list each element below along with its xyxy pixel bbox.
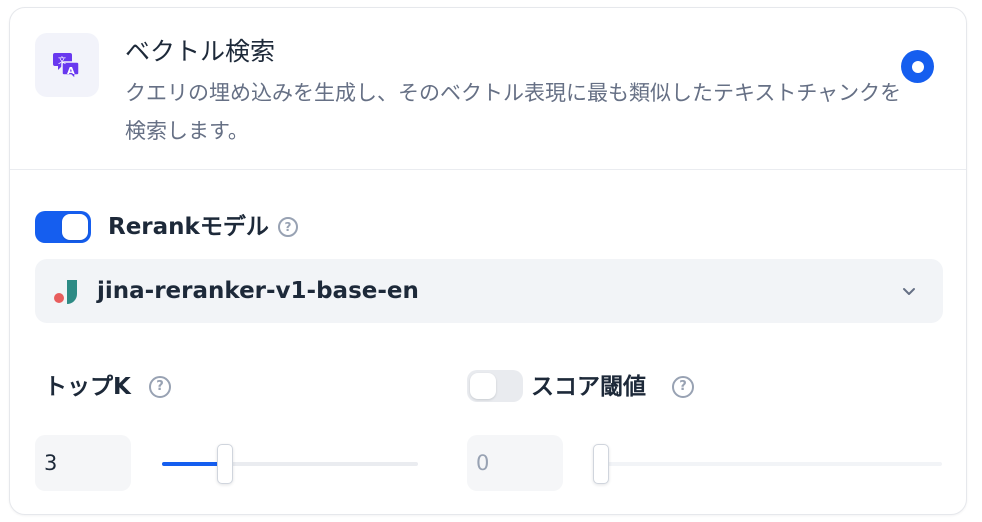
slider-fill xyxy=(162,462,222,466)
question-circle-icon[interactable]: ? xyxy=(672,376,694,398)
score-threshold-input[interactable]: 0 xyxy=(467,435,563,491)
score-threshold-label: スコア閾値 xyxy=(531,374,646,400)
toggle-knob xyxy=(470,373,496,399)
rerank-model-name: jina-reranker-v1-base-en xyxy=(97,278,419,304)
toggle-knob xyxy=(62,214,88,240)
retrieval-method-header[interactable]: 文 A ベクトル検索 クエリの埋め込みを生成し、そのベクトル表現に最も類似したテ… xyxy=(10,8,966,170)
top-k-slider[interactable] xyxy=(162,444,418,484)
radio-dot xyxy=(911,60,924,73)
question-circle-icon[interactable]: ? xyxy=(149,376,171,398)
method-description: クエリの埋め込みを生成し、そのベクトル表現に最も類似したテキストチャンクを検索し… xyxy=(125,81,902,143)
rerank-model-select[interactable]: jina-reranker-v1-base-en xyxy=(35,259,943,323)
slider-thumb[interactable] xyxy=(217,444,233,484)
svg-text:文: 文 xyxy=(58,55,66,65)
slider-thumb[interactable] xyxy=(593,444,609,484)
retrieval-settings-card: 文 A ベクトル検索 クエリの埋め込みを生成し、そのベクトル表現に最も類似したテ… xyxy=(9,7,967,515)
rerank-toggle[interactable] xyxy=(35,211,91,243)
score-threshold-toggle[interactable] xyxy=(467,370,523,402)
top-k-label: トップK xyxy=(44,374,131,400)
method-title: ベクトル検索 xyxy=(125,37,276,66)
slider-track xyxy=(594,462,942,466)
question-circle-icon[interactable]: ? xyxy=(278,217,298,237)
translate-icon: 文 A xyxy=(35,33,99,97)
rerank-label: Rerankモデル xyxy=(108,214,269,240)
chevron-down-icon xyxy=(903,288,915,295)
svg-text:A: A xyxy=(67,66,75,77)
top-k-input[interactable]: 3 xyxy=(35,435,131,491)
jina-logo-icon xyxy=(54,280,77,304)
score-threshold-slider[interactable] xyxy=(593,444,942,484)
method-radio-selected[interactable] xyxy=(901,50,934,83)
